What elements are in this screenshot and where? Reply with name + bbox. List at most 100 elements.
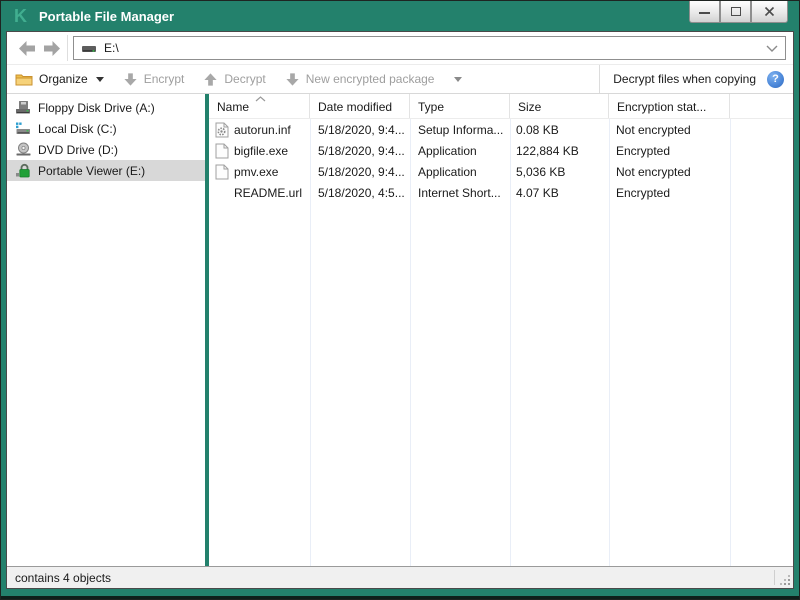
generic-file-icon: [215, 143, 228, 158]
arrow-down-icon: [286, 72, 299, 86]
new-encrypted-package-button[interactable]: New encrypted package: [285, 72, 463, 87]
file-encryption-status: Encrypted: [616, 143, 671, 158]
file-name: pmv.exe: [234, 164, 279, 179]
file-type: Application: [418, 164, 477, 179]
file-date: 5/18/2020, 9:4...: [318, 122, 405, 137]
maximize-button[interactable]: [720, 1, 751, 23]
file-rows: autorun.inf 5/18/2020, 9:4... Setup Info…: [209, 119, 793, 203]
file-size: 5,036 KB: [516, 164, 566, 179]
file-name: autorun.inf: [234, 122, 291, 137]
list-header: Name Date modified Type Size Encryption …: [209, 94, 793, 119]
hard-disk-icon: [16, 122, 30, 134]
padlock-icon: [16, 163, 30, 177]
nav-divider: [67, 35, 68, 61]
column-header-label: Type: [418, 100, 445, 114]
decrypt-label: Decrypt: [224, 72, 266, 86]
main-panes: Floppy Disk Drive (A:) Local Disk (C:) D…: [7, 94, 793, 566]
status-bar: contains 4 objects: [7, 566, 793, 588]
address-path: E:\: [104, 41, 119, 55]
column-header-filler: [730, 94, 793, 118]
file-name: README.url: [234, 185, 303, 200]
back-button[interactable]: [15, 37, 39, 59]
decrypt-when-copying-label: Decrypt files when copying: [613, 72, 756, 86]
column-header-label: Size: [518, 100, 542, 114]
file-type: Internet Short...: [418, 185, 501, 200]
toolbar: Organize Encrypt Decrypt New encrypted p…: [7, 64, 793, 94]
arrow-down-icon: [124, 72, 137, 86]
column-header-date-modified[interactable]: Date modified: [310, 94, 410, 118]
sort-ascending-icon: [255, 96, 266, 102]
file-date: 5/18/2020, 9:4...: [318, 164, 405, 179]
drive-sidebar: Floppy Disk Drive (A:) Local Disk (C:) D…: [7, 94, 205, 566]
minimize-icon: [699, 11, 710, 14]
column-header-label: Encryption stat...: [617, 100, 707, 114]
decrypt-when-copying-section: Decrypt files when copying ?: [599, 65, 793, 93]
file-size: 4.07 KB: [516, 185, 559, 200]
file-size: 0.08 KB: [516, 122, 559, 137]
forward-button[interactable]: [39, 37, 63, 59]
window-controls: [689, 1, 788, 23]
file-row-bigfile-exe[interactable]: bigfile.exe 5/18/2020, 9:4... Applicatio…: [209, 140, 793, 161]
file-row-pmv-exe[interactable]: pmv.exe 5/18/2020, 9:4... Application 5,…: [209, 161, 793, 182]
client-area: E:\ Organize Encrypt Decrypt New encrypt…: [6, 31, 794, 589]
encrypt-button[interactable]: Encrypt: [123, 72, 185, 87]
window-title: Portable File Manager: [39, 8, 175, 24]
minimize-button[interactable]: [689, 1, 720, 23]
status-text: contains 4 objects: [15, 570, 112, 585]
folder-icon: [15, 74, 33, 85]
generic-file-icon: [215, 164, 228, 179]
sidebar-item-portable-e[interactable]: Portable Viewer (E:): [7, 160, 205, 181]
file-encryption-status: Not encrypted: [616, 164, 691, 179]
titlebar: K Portable File Manager: [1, 1, 799, 31]
file-encryption-status: Not encrypted: [616, 122, 691, 137]
sidebar-item-label: Floppy Disk Drive (A:): [38, 100, 155, 115]
sidebar-item-local-c[interactable]: Local Disk (C:): [7, 118, 205, 139]
column-header-label: Name: [217, 100, 250, 114]
file-row-autorun-inf[interactable]: autorun.inf 5/18/2020, 9:4... Setup Info…: [209, 119, 793, 140]
drive-icon: [82, 46, 96, 52]
close-button[interactable]: [751, 1, 788, 23]
forward-arrow-icon: [43, 40, 60, 56]
organize-label: Organize: [39, 72, 88, 86]
file-encryption-status: Encrypted: [616, 185, 671, 200]
floppy-drive-icon: [16, 101, 30, 114]
sidebar-item-label: DVD Drive (D:): [38, 142, 118, 157]
setup-information-file-icon: [215, 122, 228, 137]
file-row-readme-url[interactable]: README.url 5/18/2020, 4:5... Internet Sh…: [209, 182, 793, 203]
sidebar-item-floppy-a[interactable]: Floppy Disk Drive (A:): [7, 97, 205, 118]
close-icon: [764, 6, 775, 17]
help-button[interactable]: ?: [767, 70, 784, 88]
kaspersky-logo-icon: K: [14, 6, 27, 26]
column-header-name[interactable]: Name: [209, 94, 310, 118]
file-name: bigfile.exe: [234, 143, 289, 158]
address-dropdown-button[interactable]: [766, 41, 778, 55]
file-date: 5/18/2020, 9:4...: [318, 143, 405, 158]
organize-caret-icon: [95, 76, 104, 82]
statusbar-separator: [774, 570, 775, 585]
column-header-type[interactable]: Type: [410, 94, 510, 118]
column-header-size[interactable]: Size: [510, 94, 609, 118]
file-size: 122,884 KB: [516, 143, 579, 158]
file-type: Application: [418, 143, 477, 158]
file-list: Name Date modified Type Size Encryption …: [209, 94, 793, 566]
window-bottom-edge: [1, 596, 799, 599]
file-date: 5/18/2020, 4:5...: [318, 185, 405, 200]
arrow-up-icon: [204, 72, 217, 86]
maximize-icon: [730, 7, 741, 16]
encrypt-label: Encrypt: [143, 72, 185, 86]
sidebar-item-dvd-d[interactable]: DVD Drive (D:): [7, 139, 205, 160]
dvd-drive-icon: [16, 142, 31, 156]
sidebar-item-label: Portable Viewer (E:): [38, 163, 146, 178]
decrypt-button[interactable]: Decrypt: [203, 72, 266, 87]
navigation-bar: E:\: [7, 32, 793, 64]
chevron-down-icon: [766, 45, 778, 52]
address-bar[interactable]: E:\: [73, 36, 786, 60]
resize-grip-icon[interactable]: [788, 583, 790, 585]
portable-file-manager-window: K Portable File Manager E:\ Organize Enc…: [0, 0, 800, 600]
organize-button[interactable]: Organize: [15, 72, 104, 87]
sidebar-item-label: Local Disk (C:): [38, 121, 117, 136]
empty-icon-slot: [214, 185, 229, 201]
file-type: Setup Informa...: [418, 122, 504, 137]
new-encrypted-package-caret-icon: [454, 76, 463, 82]
column-header-encryption-status[interactable]: Encryption stat...: [609, 94, 730, 118]
